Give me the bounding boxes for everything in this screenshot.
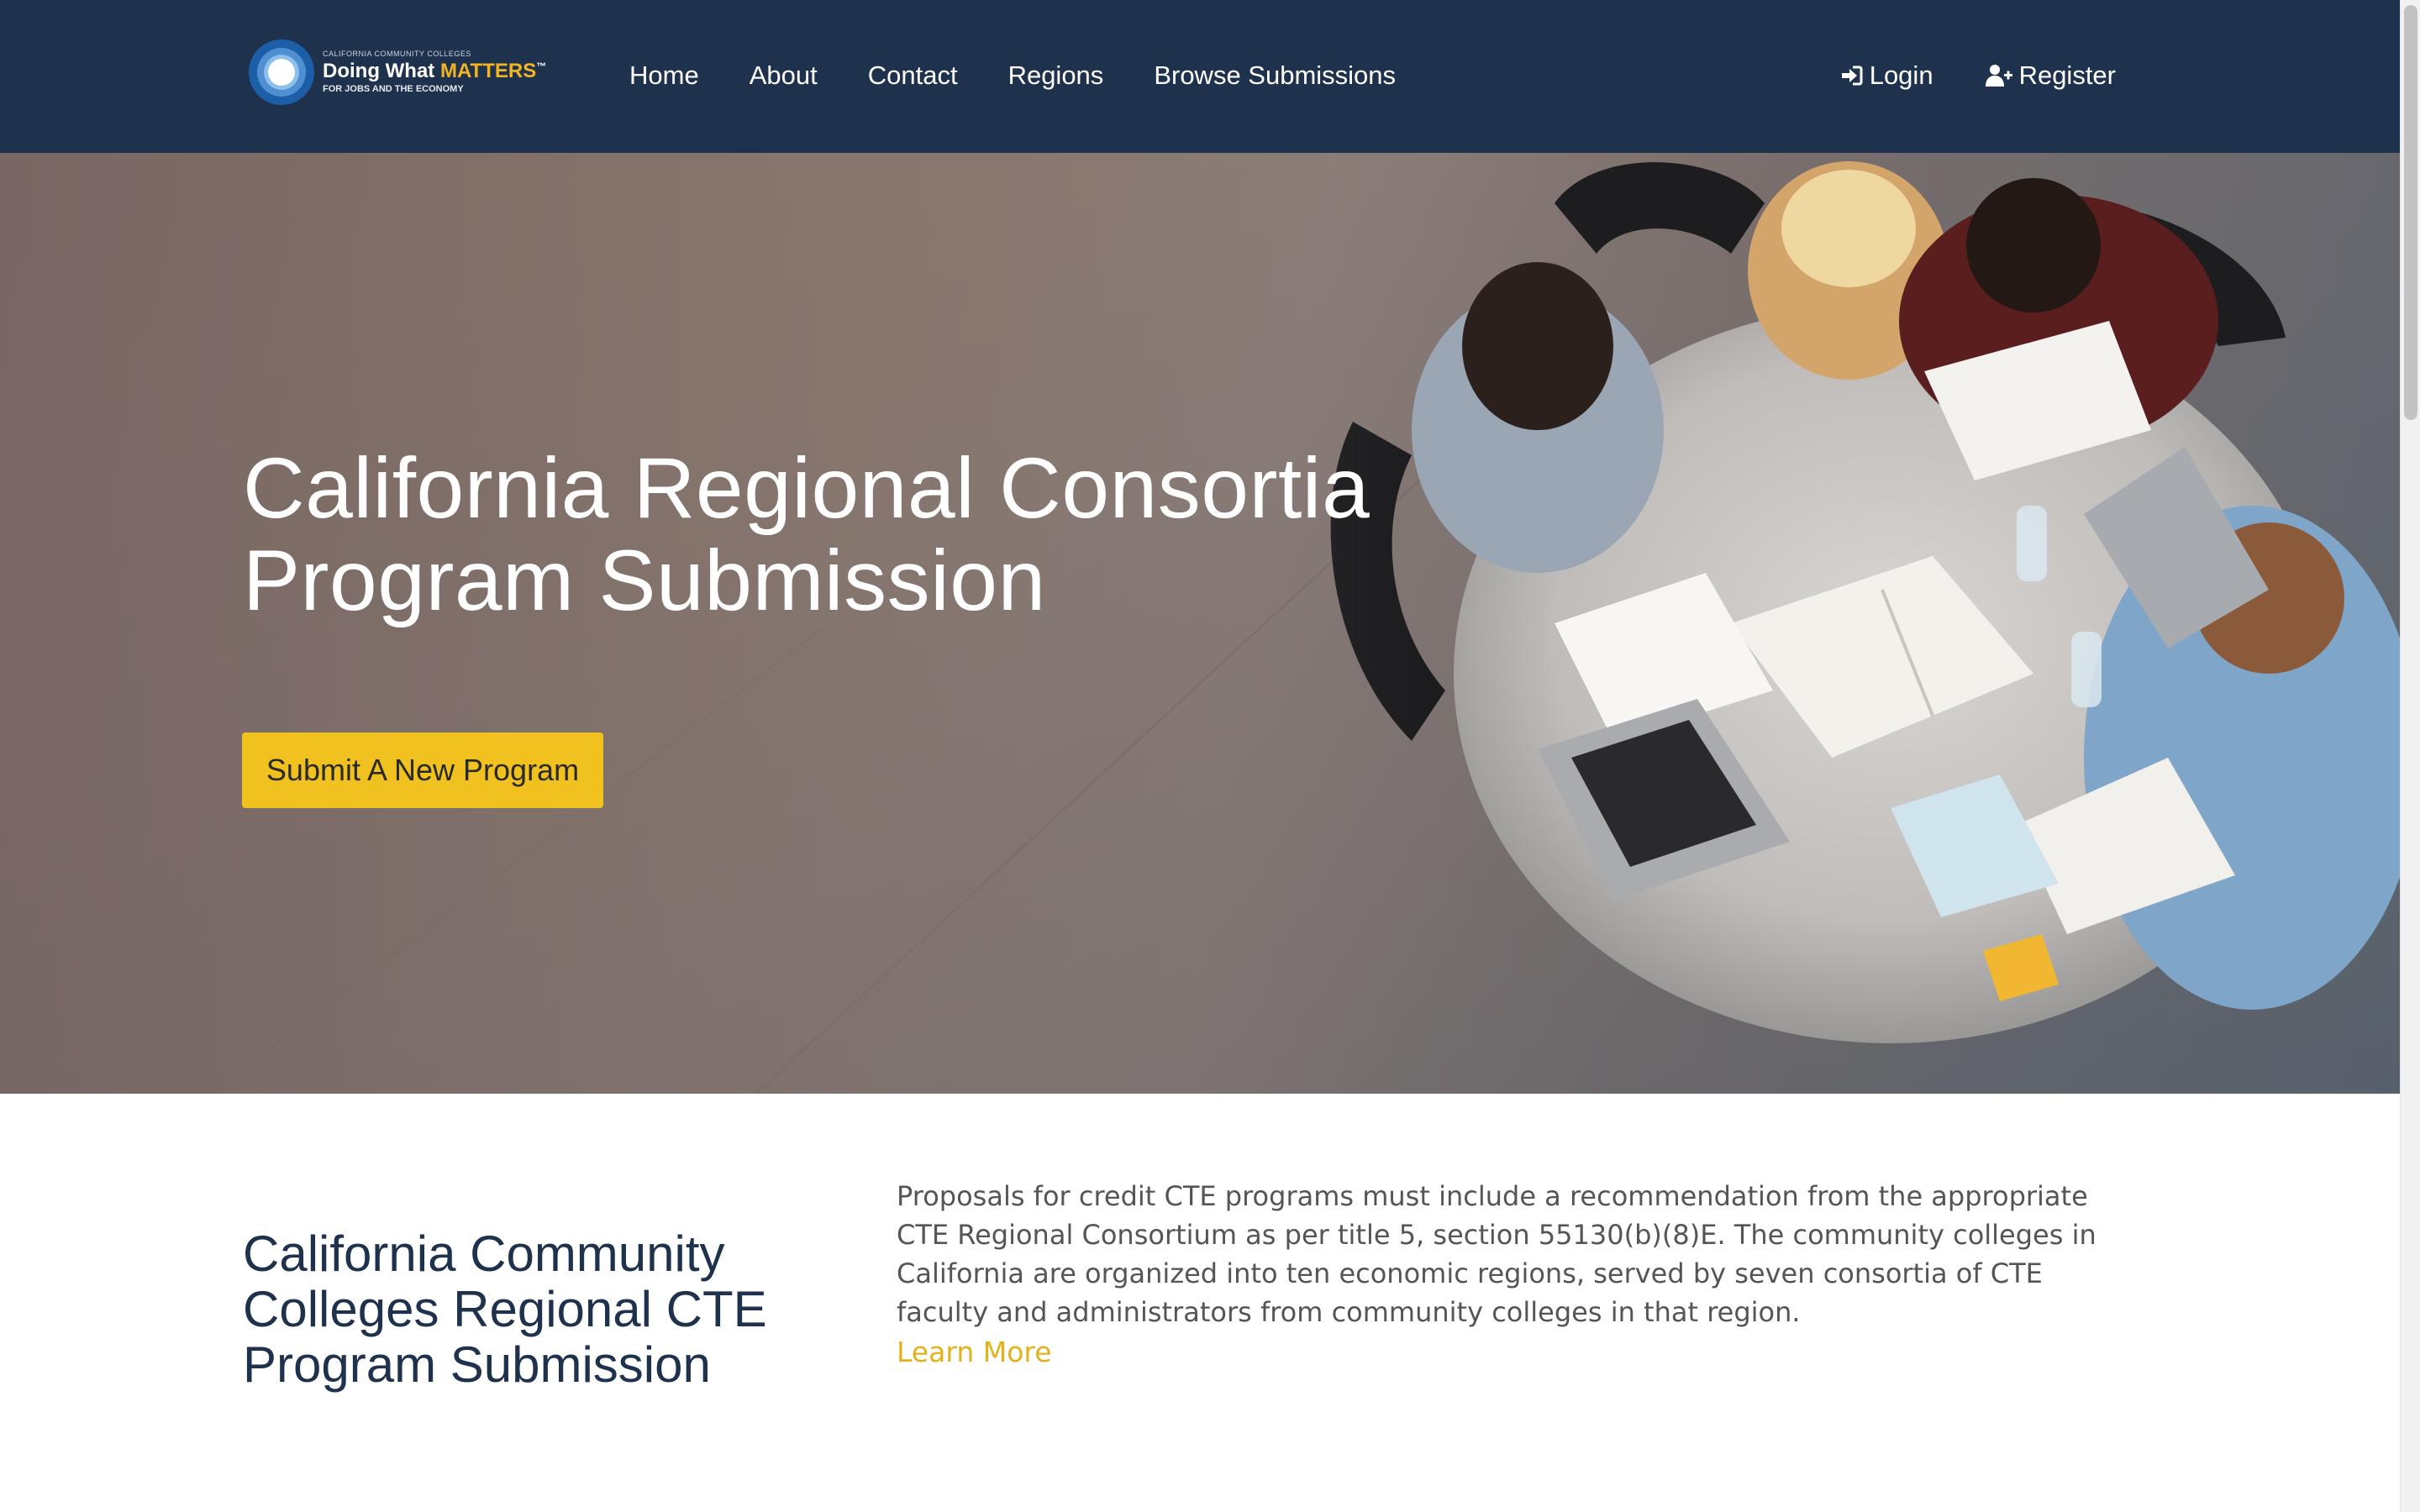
login-link[interactable]: Login: [1839, 60, 1933, 91]
nav-about[interactable]: About: [750, 60, 818, 91]
top-navbar: CALIFORNIA COMMUNITY COLLEGES Doing What…: [0, 0, 2400, 153]
nav-home[interactable]: Home: [629, 60, 699, 91]
logo-sub-text: FOR JOBS AND THE ECONOMY: [323, 84, 464, 94]
nav-contact[interactable]: Contact: [868, 60, 958, 91]
user-plus-icon: [1985, 65, 2012, 87]
hero-title: California Regional Consortia Program Su…: [243, 442, 1419, 627]
page-scrollbar[interactable]: [2400, 0, 2420, 1512]
logo-main-text: Doing What MATTERS™: [323, 61, 546, 81]
section-description: Proposals for credit CTE programs must i…: [897, 1180, 2096, 1328]
nav-browse-submissions[interactable]: Browse Submissions: [1154, 60, 1396, 91]
logo-trademark: ™: [536, 60, 547, 72]
intro-section: California Community Colleges Regional C…: [0, 1094, 2400, 1512]
hero-banner: California Regional Consortia Program Su…: [0, 153, 2400, 1094]
section-title: California Community Colleges Regional C…: [243, 1226, 767, 1393]
logo-main-words: Doing What: [323, 60, 435, 82]
hero-title-line-1: California Regional Consortia: [243, 440, 1370, 536]
scrollbar-thumb[interactable]: [2404, 5, 2417, 420]
logo-small-text: CALIFORNIA COMMUNITY COLLEGES: [323, 50, 471, 58]
login-label: Login: [1869, 60, 1933, 90]
sign-in-icon: [1841, 66, 1863, 86]
submit-new-program-button[interactable]: Submit A New Program: [242, 732, 603, 808]
hero-title-line-2: Program Submission: [243, 533, 1046, 628]
page: CALIFORNIA COMMUNITY COLLEGES Doing What…: [0, 0, 2420, 1512]
main-nav: Home About Contact Regions Browse Submis…: [629, 52, 1446, 99]
site-logo[interactable]: CALIFORNIA COMMUNITY COLLEGES Doing What…: [249, 37, 551, 108]
logo-text: CALIFORNIA COMMUNITY COLLEGES Doing What…: [323, 50, 546, 94]
learn-more-link[interactable]: Learn More: [897, 1333, 1052, 1372]
doing-what-matters-logo-icon: [249, 39, 314, 105]
account-nav: Login Register: [1789, 52, 2116, 99]
register-link[interactable]: Register: [1984, 60, 2116, 91]
logo-highlight-text: MATTERS: [439, 60, 537, 82]
nav-regions[interactable]: Regions: [1008, 60, 1104, 91]
register-label: Register: [2018, 60, 2116, 90]
